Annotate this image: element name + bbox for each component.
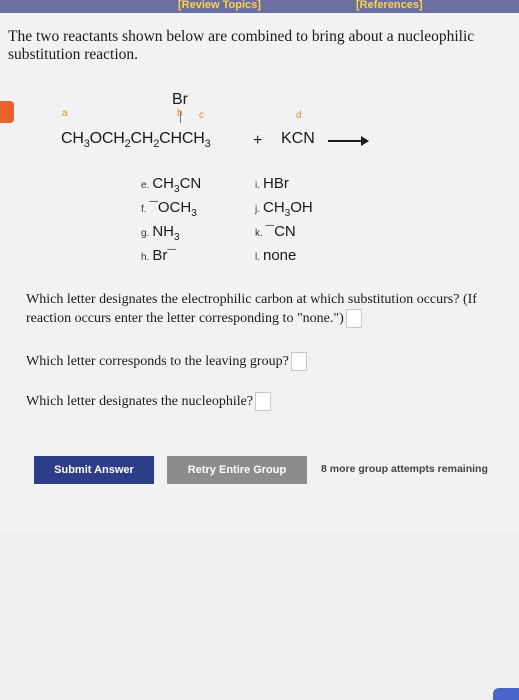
- question-1: Which letter designates the electrophili…: [26, 290, 516, 329]
- question-3: Which letter designates the nucleophile?: [26, 392, 272, 412]
- top-nav-bar: [Review Topics] [References]: [0, 0, 519, 13]
- question-2: Which letter corresponds to the leaving …: [26, 352, 307, 372]
- option-j: j. CH3OH: [255, 199, 313, 219]
- answer-input-2[interactable]: [290, 352, 307, 372]
- option-h: h. Br¯: [141, 247, 176, 264]
- submit-answer-button[interactable]: Submit Answer: [34, 456, 154, 484]
- option-i: i. HBr: [255, 175, 289, 192]
- label-d: d: [296, 110, 302, 121]
- label-c: c: [199, 110, 204, 121]
- attempts-remaining: 8 more group attempts remaining: [321, 463, 488, 475]
- question-intro: The two reactants shown below are combin…: [8, 28, 475, 63]
- label-b: b: [177, 108, 183, 119]
- option-l: l. none: [255, 247, 297, 264]
- answer-input-3[interactable]: [255, 392, 272, 412]
- review-topics-link[interactable]: [Review Topics]: [178, 0, 261, 11]
- bromine-substituent: Br: [172, 91, 188, 108]
- reactant-2-formula: KCN: [281, 130, 315, 147]
- reactant-1-formula: CH3OCH2CH2CHCH3: [61, 130, 211, 151]
- retry-entire-group-button[interactable]: Retry Entire Group: [167, 456, 307, 484]
- reaction-arrow: [328, 136, 369, 146]
- references-link[interactable]: [References]: [356, 0, 423, 11]
- next-corner-tab[interactable]: [493, 688, 519, 700]
- option-f: f. ¯OCH3: [141, 199, 197, 219]
- question-panel: The two reactants shown below are combin…: [0, 13, 519, 700]
- option-k: k. ¯CN: [255, 223, 296, 240]
- answer-input-1[interactable]: [345, 309, 362, 329]
- option-g: g. NH3: [141, 223, 180, 243]
- plus-sign: +: [253, 132, 263, 149]
- label-a: a: [62, 108, 68, 119]
- side-tab[interactable]: [0, 101, 14, 123]
- option-e: e. CH3CN: [141, 175, 202, 195]
